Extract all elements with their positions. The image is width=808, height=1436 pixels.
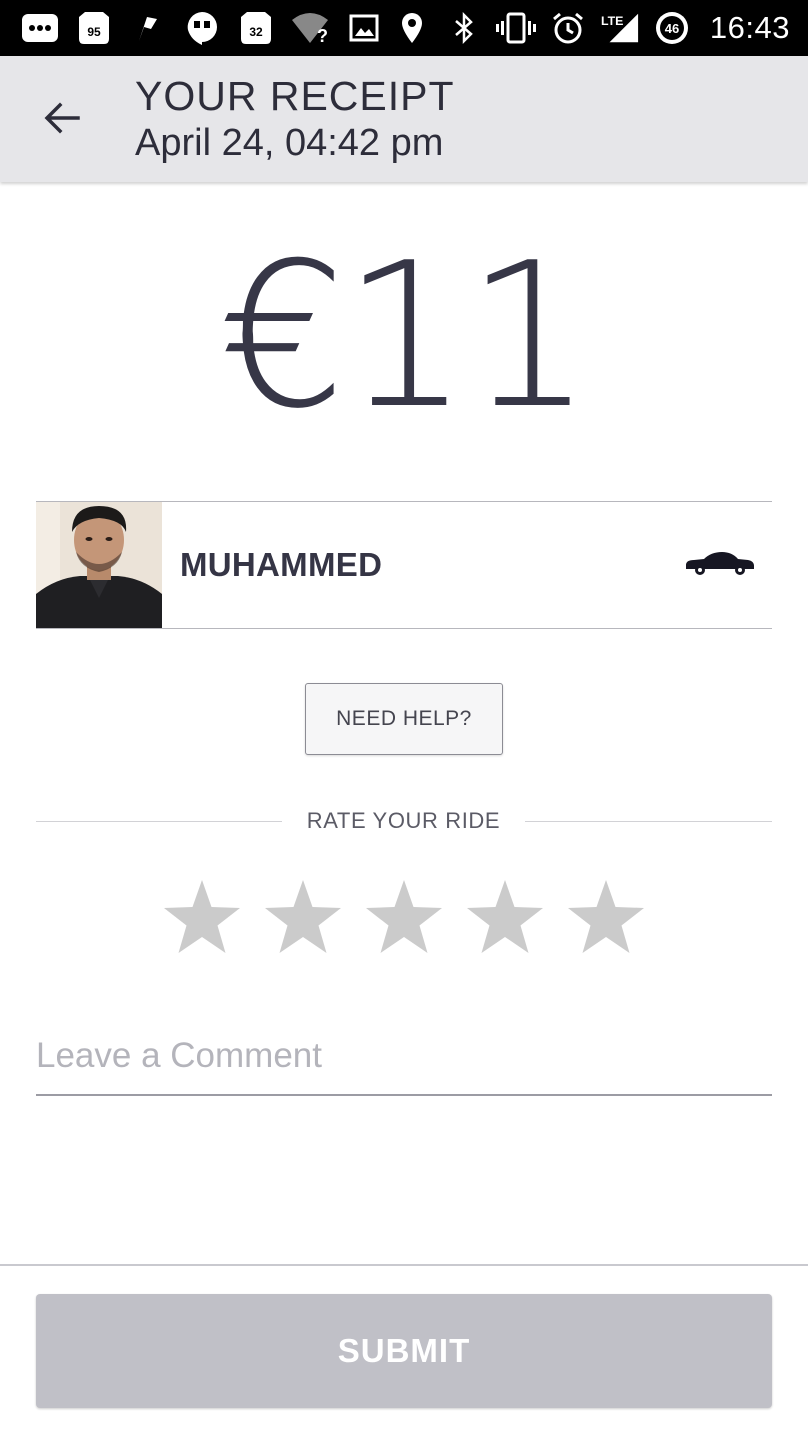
footer-divider [0,1264,808,1266]
driver-name: MUHAMMED [180,546,383,583]
more-horiz-icon [20,10,60,46]
speed-badge-icon: 32 [236,10,276,46]
wifi-question-icon: ? [290,10,330,46]
comment-input[interactable] [36,1026,772,1096]
driver-avatar [36,502,162,628]
flag-icon [128,10,168,46]
speed-badge-icon: 95 [74,10,114,46]
alarm-icon [548,10,588,46]
location-icon [392,10,432,46]
hangouts-icon [182,10,222,46]
receipt-date: April 24, 04:42 pm [135,122,444,164]
fare-amount: €11 [219,220,593,453]
battery-icon: 46 [652,10,692,46]
status-time: 16:43 [709,10,790,45]
badge-95-text: 95 [87,25,101,39]
star-2-icon[interactable] [261,876,345,960]
star-4-icon[interactable] [463,876,547,960]
svg-text:?: ? [317,26,328,44]
arrow-back-icon [44,102,80,134]
submit-button[interactable]: SUBMIT [36,1294,772,1408]
star-5-icon[interactable] [564,876,648,960]
page-title: YOUR RECEIPT [135,73,455,119]
app-bar: YOUR RECEIPT April 24, 04:42 pm [0,56,808,182]
star-1-icon[interactable] [160,876,244,960]
badge-32-text: 32 [249,25,263,39]
rate-your-ride-label: RATE YOUR RIDE [306,808,501,833]
star-3-icon[interactable] [362,876,446,960]
image-icon [344,10,384,46]
back-button[interactable] [30,86,94,150]
receipt-screen: 95 32 ? LTE 46 16:43 YOUR RECEIPT April … [0,0,808,1436]
sedan-car-icon [686,552,754,575]
driver-row: MUHAMMED [36,501,772,629]
lte-signal-icon: LTE [600,10,640,46]
bluetooth-icon [444,10,484,46]
star-rating [160,876,648,960]
rate-divider-left [36,821,282,822]
status-bar: 95 32 ? LTE 46 16:43 [0,0,808,56]
vibrate-icon [495,10,536,46]
battery-text: 46 [665,21,679,36]
lte-text: LTE [601,14,623,28]
rate-divider-right [525,821,772,822]
need-help-button[interactable]: NEED HELP? [305,683,503,755]
